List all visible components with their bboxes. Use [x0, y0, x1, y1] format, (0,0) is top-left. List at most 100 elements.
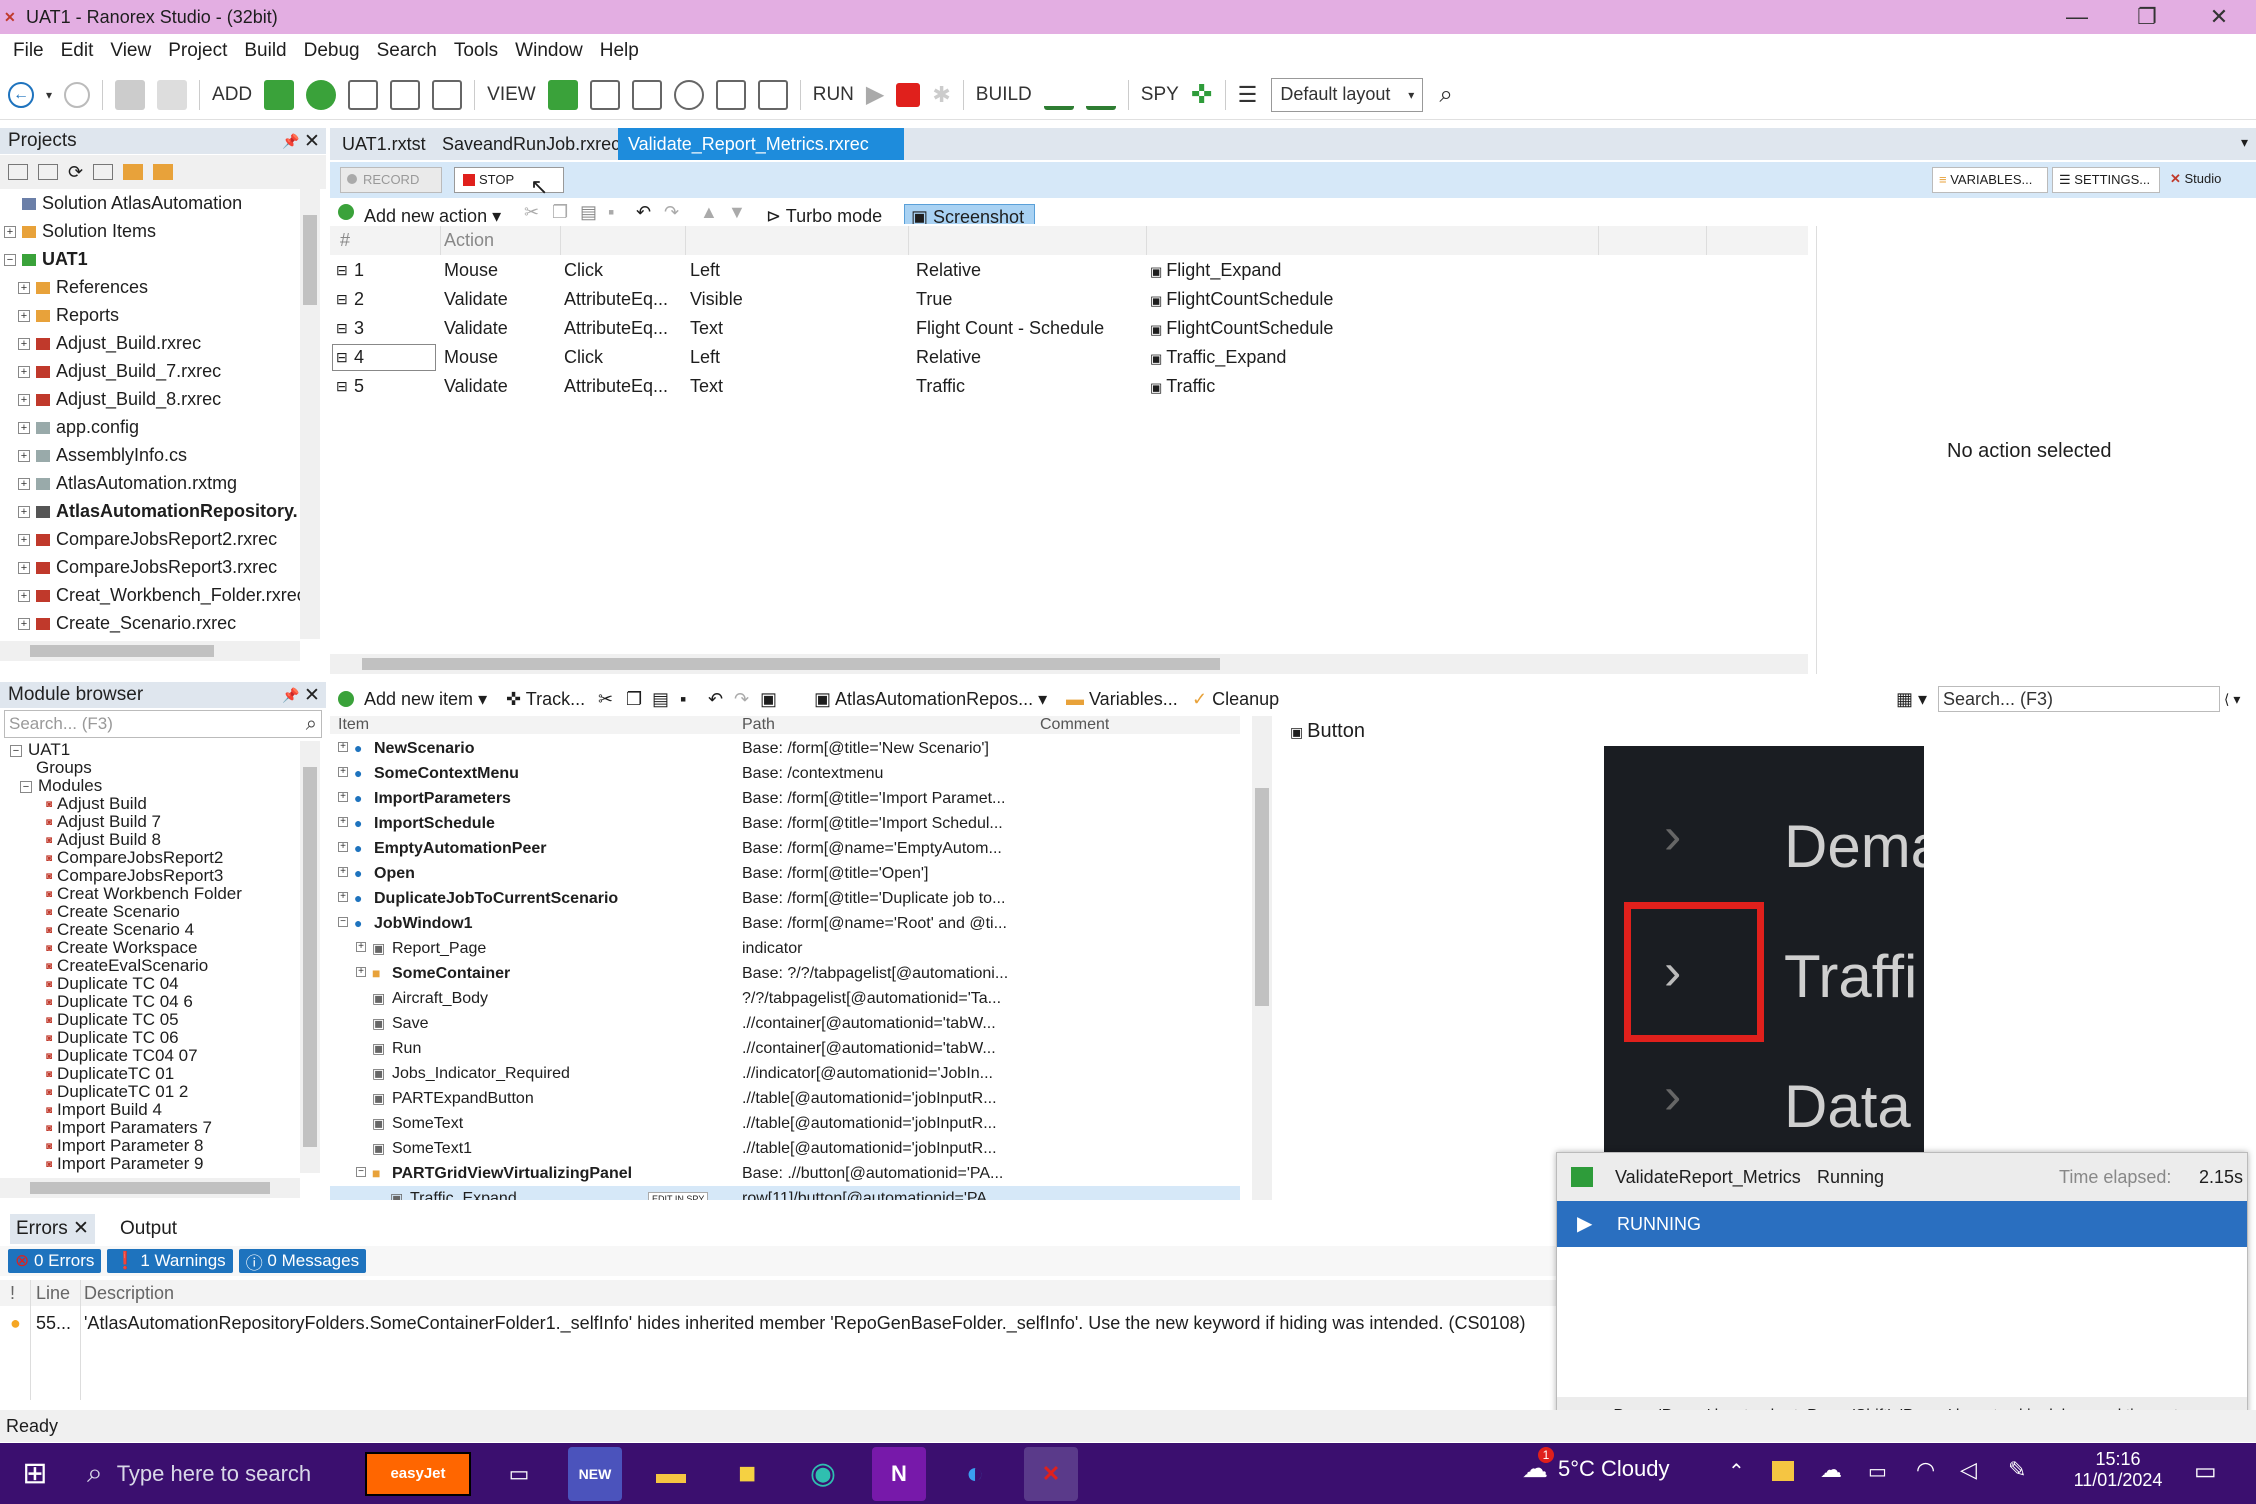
delete-icon[interactable]: ▪: [608, 200, 614, 224]
repository-row[interactable]: +▣Save.//container[@automationid='tabW..…: [330, 1011, 1240, 1036]
repository-row[interactable]: + ● EmptyAutomationPeer Base: /form[@name='…: [330, 836, 1240, 861]
module-item[interactable]: ◙ Adjust Build 7: [6, 813, 300, 831]
error-row[interactable]: ● 55... 'AtlasAutomationRepositoryFolder…: [0, 1308, 1556, 1338]
repository-row[interactable]: − ● JobWindow1 Base: /form[@name='Root' and…: [330, 911, 1240, 936]
add-folder-icon[interactable]: [264, 79, 295, 110]
view-network-icon[interactable]: [673, 79, 704, 110]
module-item[interactable]: ◙ Adjust Build 8: [6, 831, 300, 849]
module-item[interactable]: ◙ Import Paramaters 7: [6, 1119, 300, 1137]
repository-row[interactable]: − ■ PARTGridViewVirtualizingPanel Base: .//…: [330, 1161, 1240, 1186]
wifi-icon[interactable]: ◠: [1916, 1457, 1935, 1483]
expand-icon[interactable]: +: [4, 226, 16, 239]
cloud-app-icon[interactable]: ◐: [948, 1447, 1002, 1501]
scroll-thumb[interactable]: [303, 767, 317, 1147]
menu-project[interactable]: Project: [168, 40, 227, 62]
col-header-action[interactable]: Action: [444, 226, 494, 255]
expand-icon[interactable]: +: [18, 450, 30, 463]
project-tree-item[interactable]: + CompareJobsReport3.rxrec: [0, 553, 300, 581]
module-item[interactable]: ◙ Create Workspace: [6, 939, 300, 957]
layout-select[interactable]: Default layout ▾: [1271, 77, 1424, 112]
repository-row[interactable]: + ● Open Base: /form[@title='Open']: [330, 861, 1240, 886]
hscroll-thumb[interactable]: [362, 658, 1220, 670]
warnings-filter-button[interactable]: ❗ 1 Warnings: [107, 1249, 233, 1273]
menu-view[interactable]: View: [110, 40, 151, 62]
spy-crosshair-icon[interactable]: ✜: [1187, 78, 1217, 112]
search-options-icon[interactable]: ⟨ ▾: [2224, 684, 2240, 714]
tab-saveandrunjob[interactable]: SaveandRunJob.rxrec: [436, 128, 626, 160]
delete-icon[interactable]: ▪: [680, 684, 686, 714]
cut-icon[interactable]: ✂: [598, 684, 613, 714]
repository-row[interactable]: +▣SomeText.//table[@automationid='jobInp…: [330, 1111, 1240, 1136]
screenshot-toggle[interactable]: ▣ Screenshot: [904, 204, 1036, 224]
chevron-up-icon[interactable]: ⌃: [1728, 1459, 1745, 1484]
expand-icon[interactable]: +: [18, 478, 30, 491]
col-header-description[interactable]: Description: [84, 1280, 174, 1306]
repository-row[interactable]: +▣PARTExpandButton.//table[@automationid…: [330, 1086, 1240, 1111]
expand-icon[interactable]: +: [18, 590, 30, 603]
action-enabled-icon[interactable]: ⊟: [336, 372, 348, 401]
project-tree-item[interactable]: + app.config: [0, 413, 300, 441]
build-icon[interactable]: [1043, 80, 1074, 110]
module-item[interactable]: ◙ Create Scenario 4: [6, 921, 300, 939]
expand-icon[interactable]: −: [4, 254, 16, 267]
action-enabled-icon[interactable]: ⊟: [336, 285, 348, 314]
tabs-overflow-icon[interactable]: ▾: [2241, 134, 2248, 151]
pin-icon[interactable]: 📌: [282, 133, 299, 150]
battery-icon[interactable]: ▭: [1868, 1459, 1887, 1484]
teams-icon[interactable]: NEW: [568, 1446, 622, 1501]
errors-filter-button[interactable]: ⊗ 0 Errors: [8, 1249, 102, 1273]
module-item[interactable]: ◙ Creat Workbench Folder: [6, 885, 300, 903]
project-tree-item[interactable]: + Creat_Workbench_Folder.rxrec: [0, 581, 300, 609]
col-header-severity[interactable]: !: [10, 1280, 15, 1306]
col-header-number[interactable]: #: [340, 226, 350, 255]
module-item[interactable]: ◙ Import Build 4: [6, 1101, 300, 1119]
project-tree-item[interactable]: + Create_Scenario.rxrec: [0, 609, 300, 637]
copy-icon[interactable]: ❐: [552, 200, 568, 224]
collapse-icon[interactable]: [8, 164, 28, 180]
expand-icon[interactable]: +: [18, 422, 30, 435]
redo-icon[interactable]: ↷: [734, 684, 749, 714]
project-tree-item[interactable]: +Solution AtlasAutomation: [0, 189, 300, 217]
repository-search-input[interactable]: Search... (F3): [1938, 686, 2220, 712]
minimize-button[interactable]: —: [2042, 0, 2112, 34]
save-icon[interactable]: [115, 79, 146, 110]
module-item[interactable]: ◙ CompareJobsReport3: [6, 867, 300, 885]
view-folder-icon[interactable]: [547, 79, 578, 110]
pen-icon[interactable]: ✎: [2008, 1457, 2026, 1483]
module-item[interactable]: ◙ Duplicate TC 04 6: [6, 993, 300, 1011]
module-item[interactable]: ◙ Adjust Build: [6, 795, 300, 813]
add-recording-icon[interactable]: [306, 79, 337, 110]
save-all-icon[interactable]: [157, 79, 188, 110]
tab-output[interactable]: Output: [120, 1214, 177, 1244]
expand-icon[interactable]: +: [338, 817, 348, 827]
ranorex-icon[interactable]: ✕: [1024, 1446, 1078, 1501]
add-action-button[interactable]: Add new action ▾: [364, 204, 501, 224]
sync-icon[interactable]: [93, 164, 114, 180]
add-module-icon[interactable]: [390, 79, 421, 110]
projects-scrollbar[interactable]: [300, 189, 320, 639]
menu-window[interactable]: Window: [515, 40, 583, 62]
variables-button[interactable]: ≡ VARIABLES...: [1932, 167, 2048, 193]
tab-validate-report-metrics[interactable]: Validate_Report_Metrics.rxrec ✕: [618, 128, 904, 186]
collapse-icon[interactable]: −: [10, 744, 22, 757]
repository-row[interactable]: + ● DuplicateJobToCurrentScenario Base: /fo…: [330, 886, 1240, 911]
expand-icon[interactable]: +: [18, 618, 30, 631]
module-item[interactable]: ◙ Duplicate TC04 07: [6, 1047, 300, 1065]
cut-icon[interactable]: ✂: [524, 200, 539, 224]
onedrive-icon[interactable]: ☁: [1820, 1457, 1842, 1483]
view-grid-icon[interactable]: [589, 79, 620, 110]
menu-help[interactable]: Help: [600, 40, 639, 62]
expand-icon[interactable]: +: [356, 967, 366, 977]
actions-hscrollbar[interactable]: [330, 654, 1808, 674]
repository-row[interactable]: + ● SomeContextMenu Base: /contextmenu: [330, 761, 1240, 786]
tab-errors[interactable]: Errors ✕: [10, 1214, 95, 1244]
file-explorer-icon[interactable]: ▬: [644, 1447, 698, 1501]
module-item[interactable]: ◙ Import Parameter 8: [6, 1137, 300, 1155]
run-play-icon[interactable]: ▶: [862, 78, 888, 112]
col-header-comment[interactable]: Comment: [1040, 716, 1109, 734]
view-list-icon[interactable]: [631, 79, 662, 110]
studio-button[interactable]: ✕ Studio: [2170, 167, 2221, 193]
expand-icon[interactable]: +: [338, 742, 348, 752]
module-search-input[interactable]: Search... (F3) ⌕: [4, 710, 322, 738]
add-file-icon[interactable]: [348, 79, 379, 110]
